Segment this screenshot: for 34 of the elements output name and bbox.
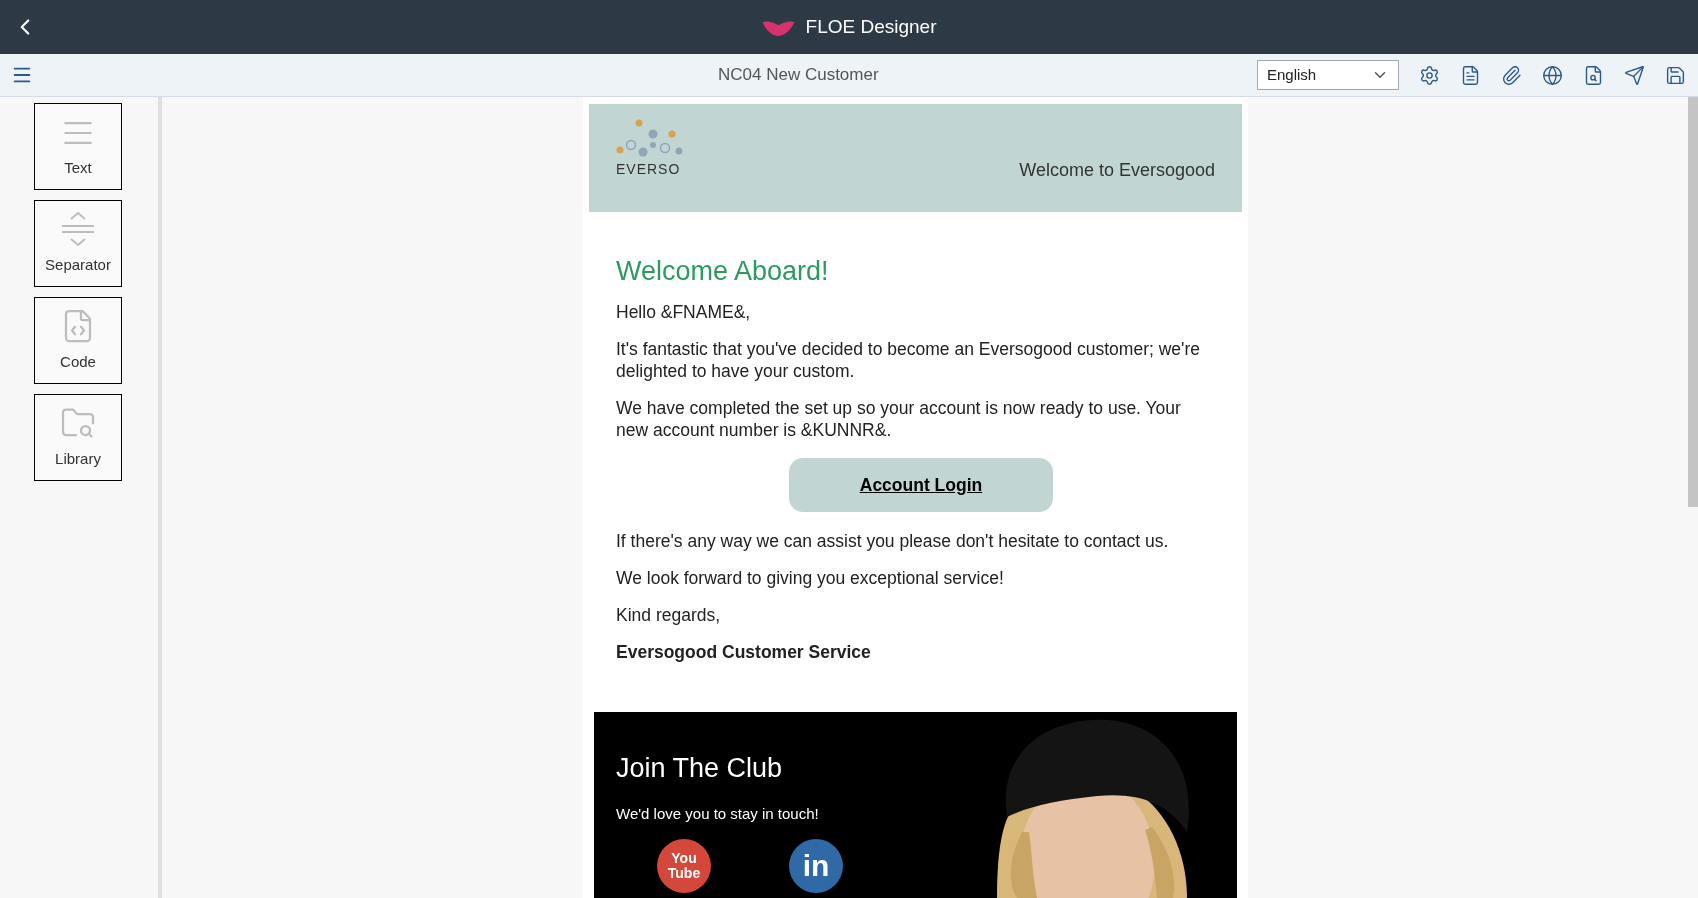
language-dropdown[interactable]: English xyxy=(1257,60,1399,90)
logo-text: in xyxy=(802,851,830,881)
banner-text: Welcome to Eversogood xyxy=(1019,159,1215,182)
send-icon[interactable] xyxy=(1624,64,1645,86)
email-signature: Eversogood Customer Service xyxy=(616,641,872,663)
club-title: Join The Club xyxy=(616,752,784,785)
dots-logo-icon xyxy=(616,119,684,157)
email-paragraph: We look forward to giving you exceptional service! xyxy=(616,567,1005,589)
logo-text: EVERSO xyxy=(616,160,681,179)
account-login-button[interactable]: Account Login xyxy=(789,458,1053,512)
document-icon[interactable] xyxy=(1460,64,1481,86)
palette-tile[interactable]: Code xyxy=(34,297,122,384)
palette-tile[interactable]: Library xyxy=(34,394,122,481)
email-heading: Welcome Aboard! xyxy=(616,255,830,287)
video-logo-icon[interactable]: You Tube xyxy=(657,839,711,893)
document-search-icon[interactable] xyxy=(1583,64,1604,86)
club-subtitle: We'd love you to stay in touch! xyxy=(616,803,820,824)
email-paragraph: Kind regards, xyxy=(616,604,722,626)
logo-text: Tube xyxy=(667,866,701,881)
email-paragraph: If there's any way we can assist you please don't hesitate to contact us. xyxy=(616,530,1170,552)
palette-tile[interactable]: Separator xyxy=(34,200,122,287)
network-logo-icon[interactable]: in xyxy=(789,839,843,893)
globe-icon[interactable] xyxy=(1542,64,1563,86)
paperclip-icon[interactable] xyxy=(1501,64,1522,86)
save-icon[interactable] xyxy=(1665,64,1686,86)
settings-icon[interactable] xyxy=(1419,64,1440,86)
email-paragraph: Hello &FNAME&, xyxy=(616,301,752,323)
logo-text: You xyxy=(671,851,697,866)
palette-tile[interactable]: Text xyxy=(34,103,122,190)
email-paragraph: It's fantastic that you've decided to become an Eversogood customer; we're delighted to have your custom. xyxy=(616,338,1201,382)
separator-icon xyxy=(60,210,96,247)
email-paragraph: We have completed the set up so your account is now ready to use. Your new account number is &KUNNR&. xyxy=(616,397,1182,441)
app-title: FLOE Designer xyxy=(805,14,937,39)
document-title: NC04 New Customer xyxy=(718,64,879,87)
